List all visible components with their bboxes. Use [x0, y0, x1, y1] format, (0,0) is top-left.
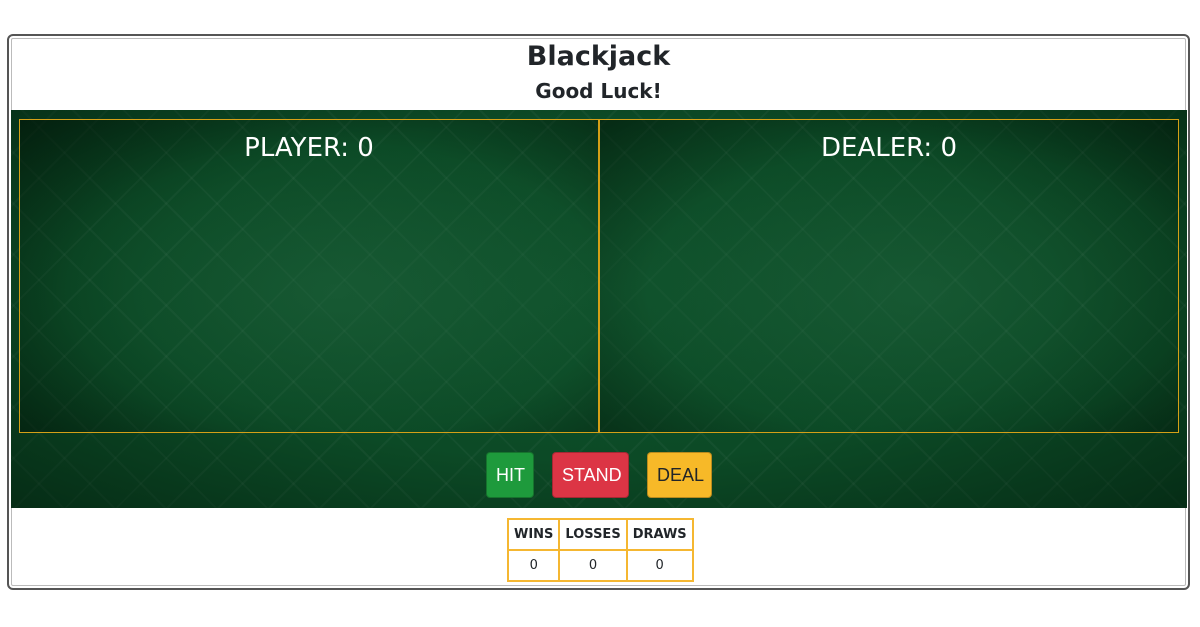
scoreboard-header-row: WINS LOSSES DRAWS	[506, 518, 694, 551]
draws-header: DRAWS	[625, 518, 694, 551]
wins-header: WINS	[506, 518, 561, 551]
action-buttons: HIT STAND DEAL	[11, 452, 1187, 498]
losses-header: LOSSES	[558, 518, 628, 551]
game-container: Blackjack Good Luck! PLAYER: 0 DEALER: 0…	[7, 34, 1190, 590]
scoreboard-table: WINS LOSSES DRAWS 0 0 0	[506, 518, 694, 582]
player-score-heading: PLAYER: 0	[244, 133, 374, 163]
page-title: Blackjack	[526, 41, 671, 72]
felt-table: PLAYER: 0 DEALER: 0 HIT STAND DEAL	[11, 110, 1187, 508]
dealer-hand-box: DEALER: 0	[600, 119, 1179, 433]
hands-area: PLAYER: 0 DEALER: 0	[19, 119, 1179, 433]
hit-button[interactable]: HIT	[486, 452, 534, 498]
wins-count: 0	[506, 549, 561, 582]
losses-count: 0	[558, 549, 628, 582]
dealer-score-heading: DEALER: 0	[821, 133, 957, 163]
scoreboard-value-row: 0 0 0	[506, 549, 694, 582]
status-message: Good Luck!	[535, 79, 662, 103]
player-hand-box: PLAYER: 0	[19, 119, 600, 433]
deal-button[interactable]: DEAL	[647, 452, 712, 498]
stand-button[interactable]: STAND	[552, 452, 629, 498]
draws-count: 0	[625, 549, 694, 582]
